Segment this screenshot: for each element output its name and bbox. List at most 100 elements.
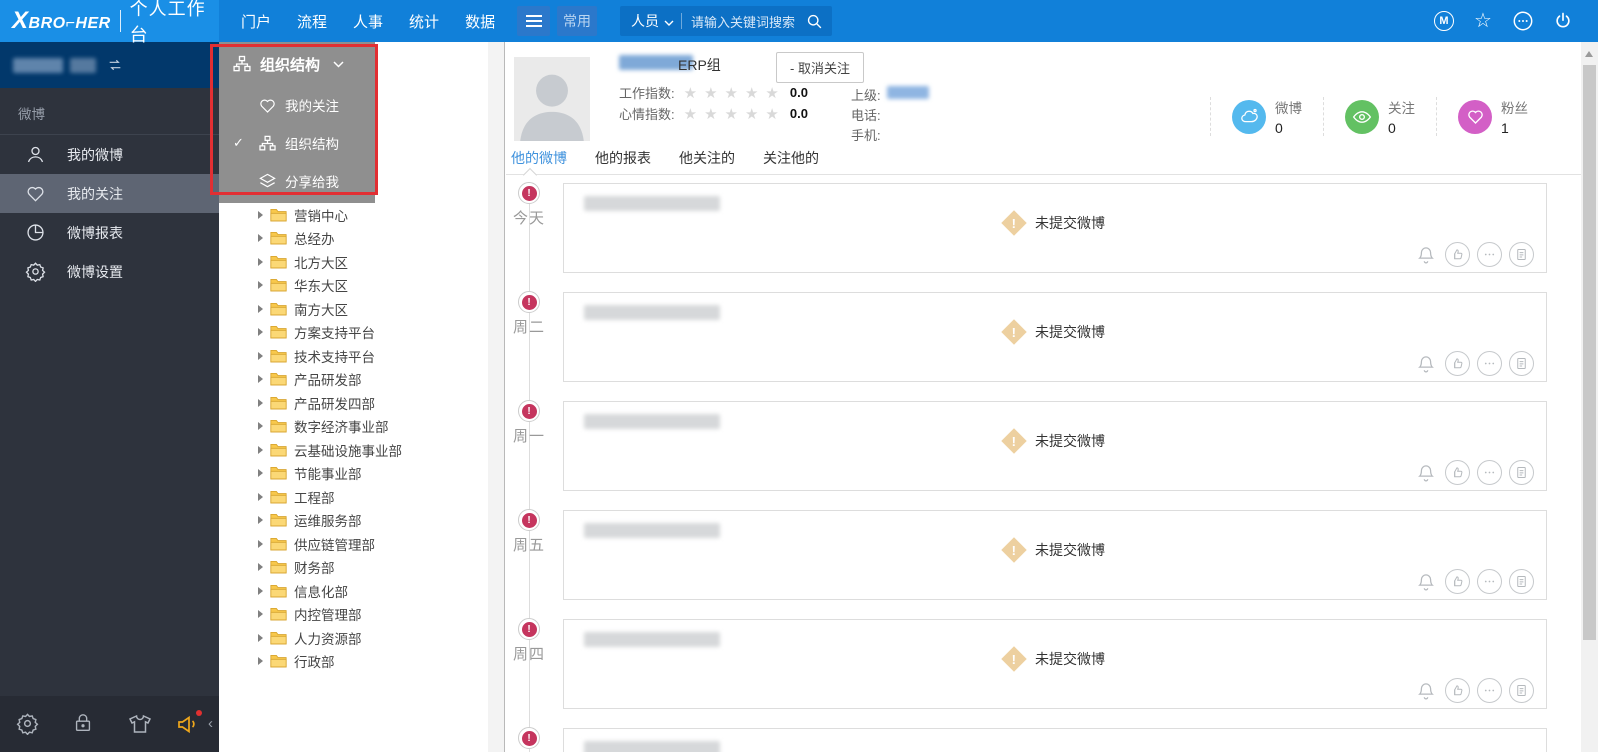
sidebar-header[interactable] [0,42,219,88]
expand-caret-icon[interactable] [258,610,263,619]
more-ellipsis-icon[interactable] [1477,351,1502,376]
tree-node-16[interactable]: 财务部 [219,556,504,580]
tree-node-10[interactable]: 数字经济事业部 [219,415,504,439]
document-icon[interactable] [1509,460,1534,485]
sidebar-item-3[interactable]: 微博报表 [0,213,219,252]
document-icon[interactable] [1509,569,1534,594]
tab-2[interactable]: 他的报表 [595,148,651,174]
document-icon[interactable] [1509,678,1534,703]
tab-4[interactable]: 关注他的 [763,148,819,174]
nav-item-2[interactable]: 流程 [297,11,327,32]
bell-icon[interactable] [1416,463,1436,483]
announcement-icon[interactable] [176,710,202,736]
search-input[interactable]: 请输入关键词搜索 [682,12,806,31]
thumb-up-icon[interactable] [1445,678,1470,703]
favorite-star-icon[interactable]: ☆ [1472,10,1494,32]
nav-item-4[interactable]: 统计 [409,11,439,32]
expand-caret-icon[interactable] [258,398,263,407]
expand-caret-icon[interactable] [258,539,263,548]
expand-caret-icon[interactable] [258,492,263,501]
menu-hamburger-button[interactable] [517,6,550,36]
quick-access-button[interactable]: 常用 [557,6,597,36]
tree-node-17[interactable]: 信息化部 [219,579,504,603]
mood-index-stars[interactable]: ★★★★★ [684,105,786,123]
expand-caret-icon[interactable] [258,328,263,337]
work-index-stars[interactable]: ★★★★★ [684,84,786,102]
tree-node-8[interactable]: 产品研发部 [219,368,504,392]
theme-shirt-icon[interactable] [128,712,152,736]
expand-caret-icon[interactable] [258,281,263,290]
tree-node-19[interactable]: 人力资源部 [219,626,504,650]
tree-node-12[interactable]: 节能事业部 [219,462,504,486]
document-icon[interactable] [1509,351,1534,376]
bell-icon[interactable] [1416,572,1436,592]
search-icon[interactable] [806,13,832,30]
stat-heart[interactable]: 粉丝 1 [1436,97,1549,136]
tree-node-20[interactable]: 行政部 [219,650,504,674]
tab-1[interactable]: 他的微博 [511,148,567,174]
stat-weibo[interactable]: 微博 0 [1210,97,1323,136]
search-category-select[interactable]: 人员 [620,11,659,31]
tree-node-1[interactable]: 营销中心 [219,203,504,227]
expand-caret-icon[interactable] [258,210,263,219]
switch-workspace-icon[interactable] [107,57,123,73]
stat-eye[interactable]: 关注 0 [1323,97,1436,136]
more-ellipsis-icon[interactable] [1477,678,1502,703]
expand-caret-icon[interactable] [258,351,263,360]
sidebar-item-2[interactable]: 我的关注 [0,174,219,213]
expand-caret-icon[interactable] [258,657,263,666]
tree-node-15[interactable]: 供应链管理部 [219,532,504,556]
expand-caret-icon[interactable] [258,586,263,595]
expand-caret-icon[interactable] [258,422,263,431]
expand-caret-icon[interactable] [258,257,263,266]
thumb-up-icon[interactable] [1445,569,1470,594]
lock-icon[interactable] [72,712,96,736]
thumb-up-icon[interactable] [1445,351,1470,376]
more-circle-icon[interactable] [1512,10,1534,32]
nav-item-5[interactable]: 数据 [465,11,495,32]
expand-caret-icon[interactable] [258,633,263,642]
expand-caret-icon[interactable] [258,516,263,525]
thumb-up-icon[interactable] [1445,460,1470,485]
collapse-sidebar-arrow[interactable]: ‹ [208,715,213,732]
message-m-icon[interactable]: M [1434,11,1454,31]
tree-mode-option-2[interactable]: ✓ 组织结构 [219,124,375,162]
tree-node-18[interactable]: 内控管理部 [219,603,504,627]
tree-node-5[interactable]: 南方大区 [219,297,504,321]
expand-caret-icon[interactable] [258,445,263,454]
sidebar-item-4[interactable]: 微博设置 [0,252,219,291]
tree-mode-option-1[interactable]: 我的关注 [219,86,375,124]
bell-icon[interactable] [1416,354,1436,374]
tree-scrollbar-track[interactable] [488,42,504,752]
expand-caret-icon[interactable] [258,563,263,572]
tree-node-11[interactable]: 云基础设施事业部 [219,438,504,462]
more-ellipsis-icon[interactable] [1477,569,1502,594]
scrollbar-up-arrow[interactable] [1585,51,1593,57]
expand-caret-icon[interactable] [258,469,263,478]
chevron-down-icon[interactable] [664,13,674,31]
power-icon[interactable] [1552,10,1574,32]
page-scrollbar[interactable] [1581,42,1598,752]
tree-mode-selector[interactable]: 组织结构 [219,42,375,86]
tree-node-3[interactable]: 北方大区 [219,250,504,274]
scrollbar-thumb[interactable] [1583,65,1596,640]
more-ellipsis-icon[interactable] [1477,242,1502,267]
thumb-up-icon[interactable] [1445,242,1470,267]
expand-caret-icon[interactable] [258,375,263,384]
document-icon[interactable] [1509,242,1534,267]
tree-mode-option-3[interactable]: 分享给我 [219,162,375,200]
tree-node-4[interactable]: 华东大区 [219,274,504,298]
unfollow-button[interactable]: - 取消关注 [776,52,864,83]
bell-icon[interactable] [1416,245,1436,265]
expand-caret-icon[interactable] [258,304,263,313]
tree-node-7[interactable]: 技术支持平台 [219,344,504,368]
tree-node-14[interactable]: 运维服务部 [219,509,504,533]
nav-item-1[interactable]: 门户 [241,11,271,32]
tree-node-13[interactable]: 工程部 [219,485,504,509]
tree-node-9[interactable]: 产品研发四部 [219,391,504,415]
tab-3[interactable]: 他关注的 [679,148,735,174]
sidebar-item-1[interactable]: 我的微博 [0,135,219,174]
tree-node-6[interactable]: 方案支持平台 [219,321,504,345]
nav-item-3[interactable]: 人事 [353,11,383,32]
expand-caret-icon[interactable] [258,234,263,243]
